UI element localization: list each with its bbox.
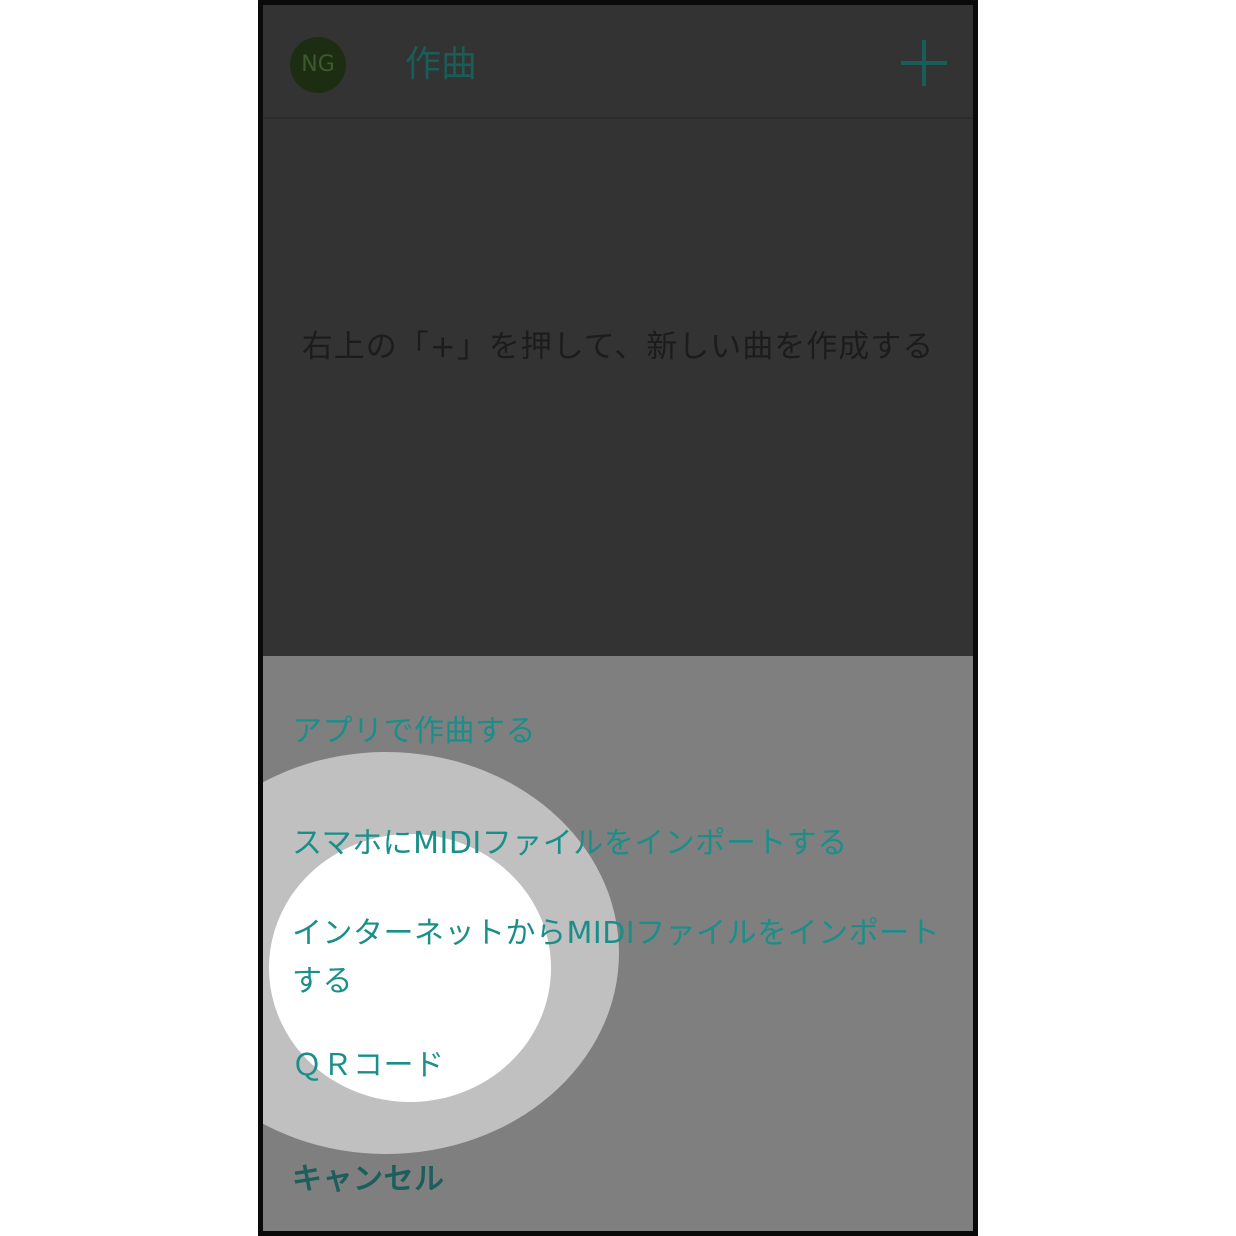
phone-frame: NG 作曲 右上の「+」を押して、新しい曲を作成する アプリで作曲する スマホに… [258,0,978,1236]
menu-item-import-midi-internet[interactable]: インターネットからMIDIファイルをインポートする [292,910,952,1006]
menu-item-compose-in-app[interactable]: アプリで作曲する [292,708,952,756]
menu-item-import-midi-phone[interactable]: スマホにMIDIファイルをインポートする [292,820,952,868]
empty-state-message: 右上の「+」を押して、新しい曲を作成する [301,329,935,365]
avatar[interactable]: NG [290,37,346,93]
app-header: NG 作曲 [263,5,973,119]
cancel-button[interactable]: キャンセル [292,1156,952,1204]
menu-item-qr-code[interactable]: ＱＲコード [292,1042,952,1090]
page-title: 作曲 [405,44,478,85]
plus-icon[interactable] [901,40,947,86]
action-sheet: アプリで作曲する スマホにMIDIファイルをインポートする インターネットからM… [263,656,973,1231]
